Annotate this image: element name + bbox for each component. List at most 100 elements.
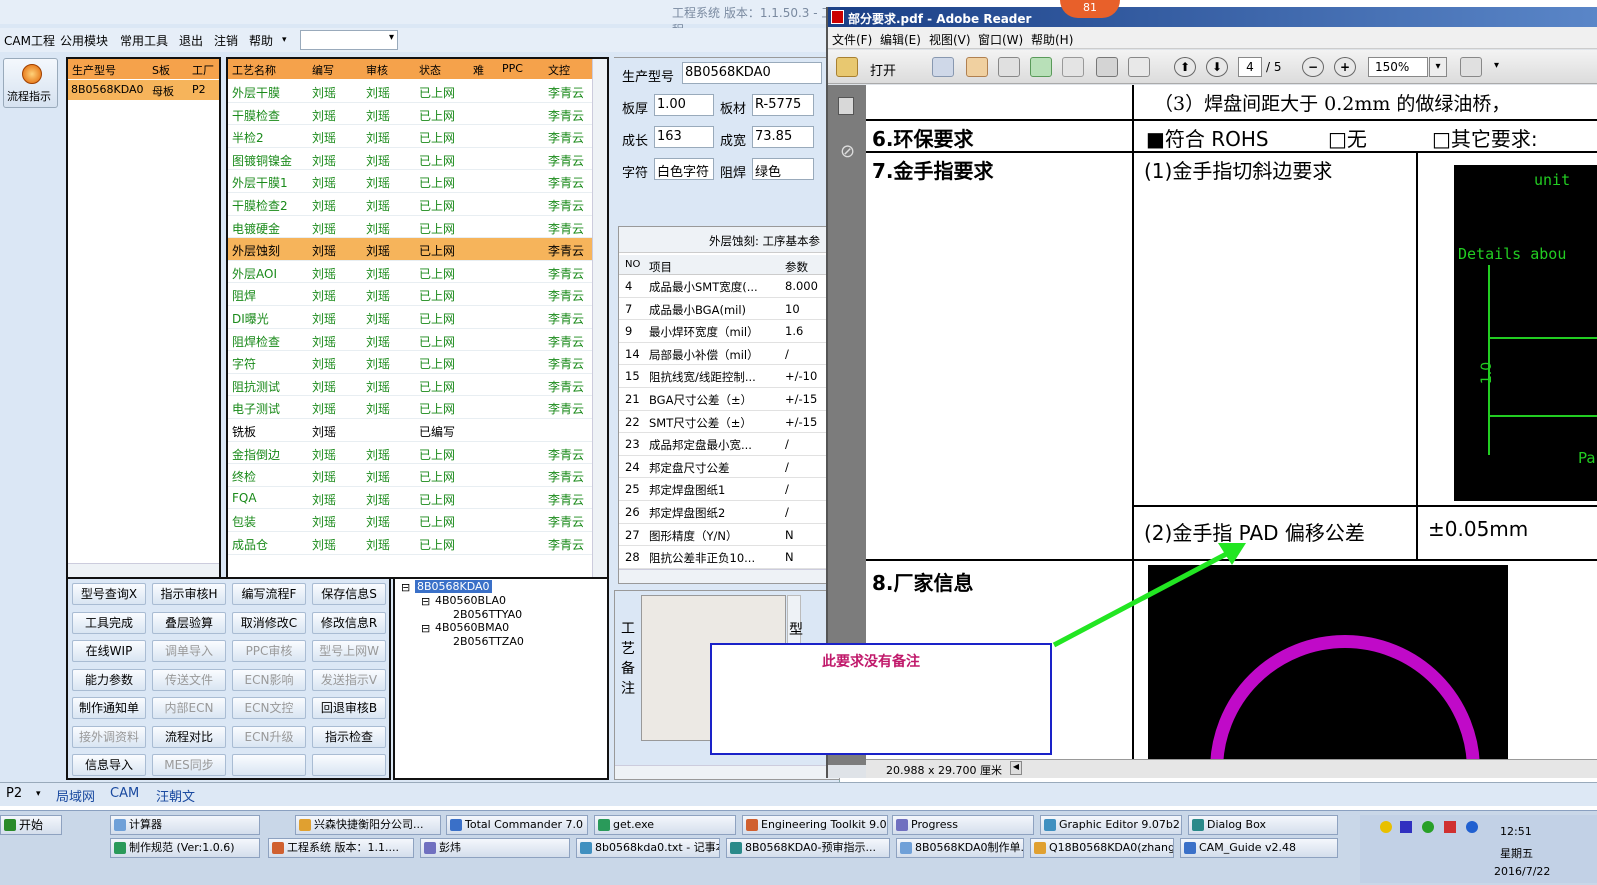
status-factory[interactable]: P2: [6, 786, 22, 801]
taskbar-button[interactable]: get.exe: [594, 815, 736, 835]
process-row[interactable]: 半检2 刘瑶 刘瑶 已上网 李青云: [228, 125, 593, 148]
model-hscrollbar[interactable]: [68, 563, 219, 577]
process-row[interactable]: 外层干膜 刘瑶 刘瑶 已上网 李青云: [228, 80, 593, 103]
create-pdf-icon[interactable]: [932, 57, 954, 77]
params-hscrollbar[interactable]: [619, 569, 839, 583]
action-button[interactable]: 在线WIP: [72, 640, 146, 662]
open-button[interactable]: 打开: [870, 60, 896, 79]
save-icon[interactable]: [1062, 57, 1084, 77]
start-button[interactable]: 开始: [0, 815, 62, 835]
action-button[interactable]: [312, 754, 386, 776]
action-button[interactable]: [232, 754, 306, 776]
scroll-left-icon[interactable]: ◀: [1010, 761, 1022, 775]
zoom-out-icon[interactable]: −: [1302, 57, 1324, 77]
taskbar-button[interactable]: Dialog Box: [1188, 815, 1338, 835]
action-button[interactable]: ECN升级: [232, 725, 306, 748]
action-button[interactable]: 叠层验算: [152, 611, 226, 634]
adobe-menu-file[interactable]: 文件(F): [832, 31, 872, 48]
menu-cam[interactable]: CAM工程: [4, 32, 55, 49]
process-row[interactable]: DI曝光 刘瑶 刘瑶 已上网 李青云: [228, 306, 593, 329]
upload-icon[interactable]: [1030, 57, 1052, 77]
process-row[interactable]: 电子测试 刘瑶 刘瑶 已上网 李青云: [228, 396, 593, 419]
page-number-input[interactable]: 4: [1238, 57, 1262, 77]
params-row[interactable]: 23 成品邦定盘最小宽... /: [619, 433, 841, 456]
adobe-menu-view[interactable]: 视图(V): [929, 31, 971, 48]
col-model[interactable]: 生产型号: [72, 62, 116, 78]
action-button[interactable]: 型号查询X: [72, 583, 146, 605]
chevron-down-icon[interactable]: ▾: [282, 35, 287, 45]
process-row[interactable]: 成品仓 刘瑶 刘瑶 已上网 李青云: [228, 532, 593, 555]
taskbar-button[interactable]: Total Commander 7.0 ...: [446, 815, 588, 835]
params-row[interactable]: 21 BGA尺寸公差（±） +/-15: [619, 388, 841, 411]
action-button[interactable]: 指示审核H: [152, 583, 226, 605]
process-row[interactable]: 字符 刘瑶 刘瑶 已上网 李青云: [228, 351, 593, 374]
process-row[interactable]: 包装 刘瑶 刘瑶 已上网 李青云: [228, 509, 593, 532]
remark-hscrollbar[interactable]: [615, 765, 839, 779]
params-row[interactable]: 24 邦定盘尺寸公差 /: [619, 456, 841, 479]
print-icon[interactable]: [1096, 57, 1118, 77]
col-param[interactable]: 参数: [785, 259, 808, 275]
zoom-in-icon[interactable]: +: [1334, 57, 1356, 77]
menu-logout[interactable]: 注销: [214, 32, 238, 49]
col-writer[interactable]: 编写: [312, 62, 334, 78]
tree-node[interactable]: 4B0560BLA0: [435, 594, 506, 607]
clock-date[interactable]: 2016/7/22: [1494, 865, 1550, 878]
chevron-down-icon[interactable]: ▾: [1429, 57, 1447, 77]
tree-expand-icon[interactable]: ⊟: [401, 581, 410, 594]
chevron-down-icon[interactable]: ▾: [36, 789, 41, 799]
tree-node[interactable]: 2B056TTZA0: [453, 635, 524, 648]
menu-combo-box[interactable]: [300, 30, 398, 50]
col-item[interactable]: 项目: [649, 259, 672, 275]
model-row[interactable]: 8B0568KDA0 母板 P2: [68, 80, 219, 100]
email-icon[interactable]: [1128, 57, 1150, 77]
process-row[interactable]: 阻焊检查 刘瑶 刘瑶 已上网 李青云: [228, 329, 593, 352]
fit-page-icon[interactable]: [1460, 57, 1482, 77]
bluetooth-icon[interactable]: [1466, 821, 1478, 833]
action-button[interactable]: 工具完成: [72, 611, 146, 634]
col-ppc[interactable]: PPC: [502, 62, 523, 75]
taskbar-button[interactable]: Q18B0568KDA0(zhang...: [1030, 838, 1174, 858]
taskbar-button[interactable]: Engineering Toolkit 9.0...: [742, 815, 888, 835]
col-status[interactable]: 状态: [419, 62, 441, 78]
taskbar-button[interactable]: 彭炜: [420, 838, 570, 858]
params-row[interactable]: 9 最小焊环宽度（mil） 1.6: [619, 320, 841, 343]
taskbar-button[interactable]: 8b0568kda0.txt - 记事本: [576, 838, 720, 858]
tray-icon[interactable]: [1444, 821, 1456, 833]
tray-icon[interactable]: [1422, 821, 1434, 833]
params-row[interactable]: 28 阻抗公差非正负10... N: [619, 546, 841, 569]
taskbar-button[interactable]: CAM_Guide v2.48: [1180, 838, 1338, 858]
process-row[interactable]: 电镀硬金 刘瑶 刘瑶 已上网 李青云: [228, 216, 593, 239]
menu-tools[interactable]: 常用工具: [120, 32, 168, 49]
params-row[interactable]: 22 SMT尺寸公差（±） +/-15: [619, 411, 841, 434]
convert-icon[interactable]: [966, 57, 988, 77]
params-row[interactable]: 4 成品最小SMT宽度(... 8.000: [619, 275, 841, 298]
col-sboard[interactable]: S板: [152, 62, 170, 78]
action-button[interactable]: 接外调资料: [72, 725, 146, 748]
thickness-field[interactable]: 1.00: [654, 94, 714, 116]
edit-icon[interactable]: [998, 57, 1020, 77]
page-up-icon[interactable]: ⬆: [1174, 57, 1196, 77]
tray-icon[interactable]: [1400, 821, 1412, 833]
action-button[interactable]: 回退审核B: [312, 697, 386, 719]
action-button[interactable]: 型号上网W: [312, 640, 386, 662]
action-button[interactable]: 编写流程F: [232, 583, 306, 605]
pages-panel-icon[interactable]: [838, 97, 854, 115]
params-row[interactable]: 7 成品最小BGA(mil) 10: [619, 298, 841, 321]
taskbar-button[interactable]: 计算器: [110, 815, 260, 835]
process-row[interactable]: 阻焊 刘瑶 刘瑶 已上网 李青云: [228, 283, 593, 306]
process-row[interactable]: 外层蚀刻 刘瑶 刘瑶 已上网 李青云: [228, 238, 593, 261]
process-row[interactable]: 外层AOI 刘瑶 刘瑶 已上网 李青云: [228, 261, 593, 284]
soldermask-field[interactable]: 绿色: [752, 158, 814, 180]
action-button[interactable]: 指示检查: [312, 725, 386, 748]
tray-icon[interactable]: [1380, 821, 1392, 833]
process-row[interactable]: 图镀铜镍金 刘瑶 刘瑶 已上网 李青云: [228, 148, 593, 171]
taskbar-button[interactable]: Graphic Editor 9.07b2 (...: [1040, 815, 1182, 835]
attachment-icon[interactable]: ⊘: [840, 141, 855, 162]
clock-weekday[interactable]: 星期五: [1500, 845, 1533, 861]
action-button[interactable]: 发送指示V: [312, 668, 386, 691]
process-row[interactable]: FQA 刘瑶 刘瑶 已上网 李青云: [228, 487, 593, 510]
params-row[interactable]: 27 图形精度（Y/N） N: [619, 524, 841, 547]
tree-node-root[interactable]: 8B0568KDA0: [415, 580, 492, 593]
process-row[interactable]: 金指倒边 刘瑶 刘瑶 已上网 李青云: [228, 442, 593, 465]
model-field[interactable]: 8B0568KDA0: [682, 62, 822, 84]
